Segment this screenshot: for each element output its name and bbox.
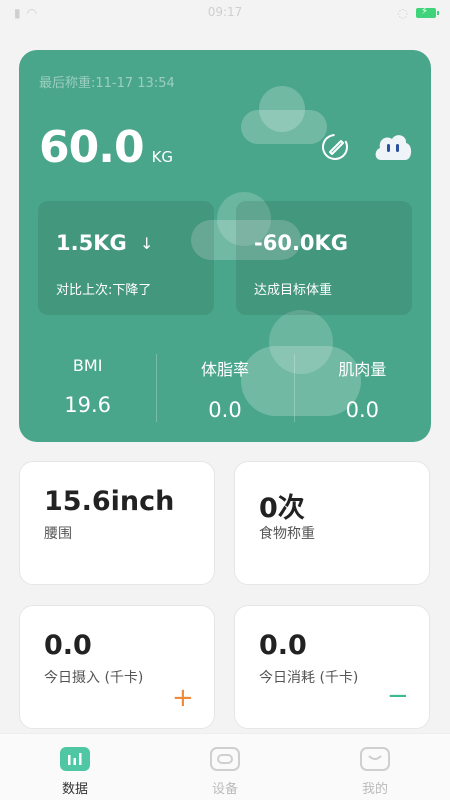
weight-summary-card[interactable]: 最后称重:11-17 13:54 60.0 KG 1.5KG ↓ 对比上次:下降…: [19, 50, 431, 442]
metric-bmi: BMI 19.6: [19, 350, 156, 422]
food-weigh-value: 0次: [259, 493, 305, 524]
weight-change-card: 1.5KG ↓ 对比上次:下降了: [38, 201, 214, 315]
intake-value: 0.0: [44, 630, 92, 661]
intake-card[interactable]: 0.0 今日摄入 (千卡) +: [19, 605, 215, 729]
add-intake-button[interactable]: +: [172, 685, 194, 711]
add-burn-button[interactable]: −: [387, 683, 409, 709]
burn-card[interactable]: 0.0 今日消耗 (千卡) −: [234, 605, 430, 729]
status-bar: ▮ ◠ 09:17 ◌ ⚡: [0, 0, 450, 26]
tab-profile[interactable]: 我的: [300, 734, 450, 800]
food-weigh-card[interactable]: 0次 食物称重: [234, 461, 430, 585]
goal-weight-label: 达成目标体重: [254, 283, 333, 298]
tab-label: 设备: [211, 782, 238, 797]
chart-icon: [60, 747, 90, 771]
weight-value: 60.0: [39, 122, 145, 173]
tab-label: 数据: [61, 782, 88, 797]
device-icon: [210, 747, 240, 771]
tab-device[interactable]: 设备: [150, 734, 300, 800]
waist-value: 15.6inch: [44, 486, 175, 517]
weight-change-value: 1.5KG: [56, 231, 127, 255]
status-time: 09:17: [207, 5, 243, 19]
metric-label: BMI: [72, 356, 103, 375]
metric-value: 19.6: [64, 393, 112, 417]
tab-label: 我的: [361, 782, 388, 797]
goal-weight-value: -60.0KG: [254, 231, 349, 255]
down-arrow-icon: ↓: [140, 234, 154, 253]
bottom-tab-bar: 数据 设备 我的: [0, 733, 450, 800]
waist-label: 腰围: [44, 526, 72, 542]
food-weigh-label: 食物称重: [259, 526, 315, 542]
last-weigh-time: 最后称重:11-17 13:54: [39, 76, 175, 91]
metric-body-fat: 体脂率 0.0: [156, 350, 293, 422]
metric-label: 体脂率: [200, 360, 249, 379]
metric-value: 0.0: [208, 398, 242, 422]
burn-value: 0.0: [259, 630, 307, 661]
tab-data[interactable]: 数据: [0, 734, 150, 800]
body-metrics: BMI 19.6 体脂率 0.0 肌肉量 0.0: [19, 350, 431, 422]
metric-label: 肌肉量: [338, 360, 387, 379]
cloud-decoration: [241, 86, 327, 144]
weight-unit: KG: [151, 148, 174, 166]
goal-weight-card: -60.0KG 达成目标体重: [236, 201, 412, 315]
waist-card[interactable]: 15.6inch 腰围: [19, 461, 215, 585]
profile-icon: [360, 747, 390, 771]
metric-muscle: 肌肉量 0.0: [293, 350, 431, 422]
metric-value: 0.0: [345, 398, 380, 422]
intake-label: 今日摄入 (千卡): [44, 670, 144, 686]
burn-label: 今日消耗 (千卡): [259, 670, 359, 686]
battery-icon: ⚡: [416, 6, 439, 18]
avatar-icon[interactable]: [373, 130, 413, 164]
current-weight: 60.0 KG: [39, 122, 173, 173]
edit-icon[interactable]: [320, 132, 350, 162]
weight-change-label: 对比上次:下降了: [56, 283, 152, 298]
